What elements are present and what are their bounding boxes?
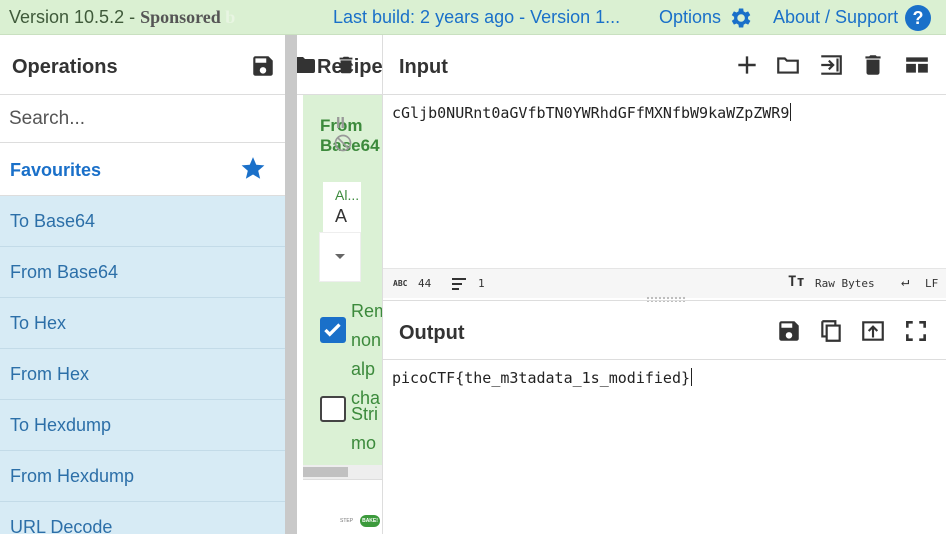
remove-nonalpha-line: non bbox=[351, 330, 382, 350]
alphabet-label: Al... bbox=[335, 187, 360, 203]
recipe-scrollbar[interactable] bbox=[303, 465, 382, 479]
chevron-down-icon bbox=[335, 254, 345, 259]
gear-icon[interactable] bbox=[727, 5, 753, 31]
alphabet-dropdown[interactable] bbox=[319, 232, 361, 282]
star-icon[interactable] bbox=[240, 155, 266, 181]
plus-icon[interactable] bbox=[734, 52, 760, 78]
text-cursor bbox=[790, 103, 792, 121]
strict-mode-line: Stri bbox=[351, 404, 378, 424]
encoding-label[interactable]: Raw Bytes bbox=[815, 277, 875, 290]
remove-nonalpha-line: alp bbox=[351, 359, 376, 379]
font-icon[interactable]: Tт bbox=[788, 274, 805, 290]
input-text: cGljb0NURnt0aGVfbTN0YWRhdGFfMXNfbW9kaWZp… bbox=[392, 104, 790, 122]
search-input[interactable] bbox=[0, 95, 285, 142]
input-lines: 1 bbox=[478, 277, 485, 290]
text-length-icon: ABC bbox=[393, 279, 408, 288]
operations-header: Operations bbox=[0, 35, 285, 95]
list-item[interactable]: To Hexdump bbox=[0, 400, 285, 451]
pause-icon[interactable]: II bbox=[336, 115, 345, 133]
options-link[interactable]: Options bbox=[659, 7, 721, 28]
remove-nonalpha-checkbox[interactable] bbox=[320, 317, 346, 343]
scrollbar-thumb[interactable] bbox=[303, 467, 348, 477]
recipe-panel: Recipe From Base64 II Al... A Rem non al… bbox=[297, 35, 382, 534]
list-item[interactable]: From Hex bbox=[0, 349, 285, 400]
list-item[interactable]: From Hexdump bbox=[0, 451, 285, 502]
maximise-icon[interactable] bbox=[903, 318, 929, 344]
copy-icon[interactable] bbox=[818, 318, 844, 344]
open-folder-icon[interactable] bbox=[775, 52, 801, 78]
io-panel: Input cGljb0NURnt0aGVfbTN0YWRhdGFfMXNfbW… bbox=[382, 35, 946, 534]
remove-nonalpha-line: Rem bbox=[351, 301, 382, 321]
help-icon[interactable]: ? bbox=[905, 5, 931, 31]
output-header: Output bbox=[383, 300, 946, 360]
cyberchef-app: Version 10.5.2 - Sponsored b Last build:… bbox=[0, 0, 946, 534]
list-item[interactable]: To Base64 bbox=[0, 196, 285, 247]
operation-list: To Base64 From Base64 To Hex From Hex To… bbox=[0, 196, 285, 534]
sponsored-fade: b bbox=[220, 7, 236, 27]
strict-mode-checkbox[interactable] bbox=[320, 396, 346, 422]
output-title: Output bbox=[399, 322, 465, 344]
operations-title: Operations bbox=[12, 56, 118, 78]
lines-icon bbox=[452, 278, 466, 290]
bake-area: STEP BAKE! bbox=[303, 479, 382, 534]
text-cursor bbox=[691, 368, 693, 386]
search-box bbox=[0, 95, 285, 143]
input-title: Input bbox=[399, 56, 448, 78]
folder-icon[interactable] bbox=[297, 53, 318, 77]
check-icon bbox=[324, 323, 341, 337]
trash-icon[interactable] bbox=[335, 52, 357, 78]
save-icon[interactable] bbox=[776, 318, 802, 344]
disable-icon[interactable] bbox=[333, 133, 353, 153]
eol-icon[interactable]: ↵ bbox=[901, 274, 909, 290]
bake-button[interactable]: BAKE! bbox=[360, 515, 380, 527]
top-banner: Version 10.5.2 - Sponsored b Last build:… bbox=[0, 0, 946, 35]
output-text: picoCTF{the_m3tadata_1s_modified} bbox=[392, 369, 691, 387]
input-status-bar: ABC 44 1 Tт Raw Bytes ↵ LF bbox=[383, 268, 946, 298]
alphabet-value: A bbox=[335, 206, 348, 226]
replace-input-icon[interactable] bbox=[860, 318, 886, 344]
input-header: Input bbox=[383, 35, 946, 95]
save-icon[interactable] bbox=[250, 53, 276, 79]
favourites-category[interactable]: Favourites bbox=[0, 143, 285, 196]
input-textarea[interactable]: cGljb0NURnt0aGVfbTN0YWRhdGFfMXNfbW9kaWZp… bbox=[383, 103, 946, 122]
operations-panel: Operations Favourites To Base64 From Bas… bbox=[0, 35, 285, 534]
about-support-link[interactable]: About / Support bbox=[773, 7, 898, 28]
layout-icon[interactable] bbox=[904, 52, 930, 78]
recipe-header: Recipe bbox=[297, 35, 382, 95]
favourites-label: Favourites bbox=[10, 160, 102, 180]
list-item[interactable]: To Hex bbox=[0, 298, 285, 349]
recipe-operation-from-base64[interactable]: From Base64 II Al... A Rem non alp cha S… bbox=[303, 95, 382, 490]
last-build-link[interactable]: Last build: 2 years ago - Version 1... bbox=[333, 7, 620, 28]
step-button[interactable]: STEP bbox=[340, 518, 353, 524]
version-label: Version 10.5.2 - bbox=[9, 7, 141, 27]
version-text: Version 10.5.2 - Sponsored b bbox=[9, 7, 235, 28]
strict-mode-line: mo bbox=[351, 433, 377, 453]
output-textarea[interactable]: picoCTF{the_m3tadata_1s_modified} bbox=[383, 368, 946, 387]
import-icon[interactable] bbox=[818, 52, 844, 78]
list-item[interactable]: URL Decode bbox=[0, 502, 285, 534]
eol-label[interactable]: LF bbox=[925, 277, 938, 290]
input-length: 44 bbox=[418, 277, 432, 290]
sponsored-label: Sponsored bbox=[140, 7, 221, 27]
column-divider[interactable] bbox=[285, 35, 297, 534]
trash-icon[interactable] bbox=[860, 52, 886, 78]
list-item[interactable]: From Base64 bbox=[0, 247, 285, 298]
alphabet-field[interactable]: Al... A bbox=[323, 182, 361, 232]
